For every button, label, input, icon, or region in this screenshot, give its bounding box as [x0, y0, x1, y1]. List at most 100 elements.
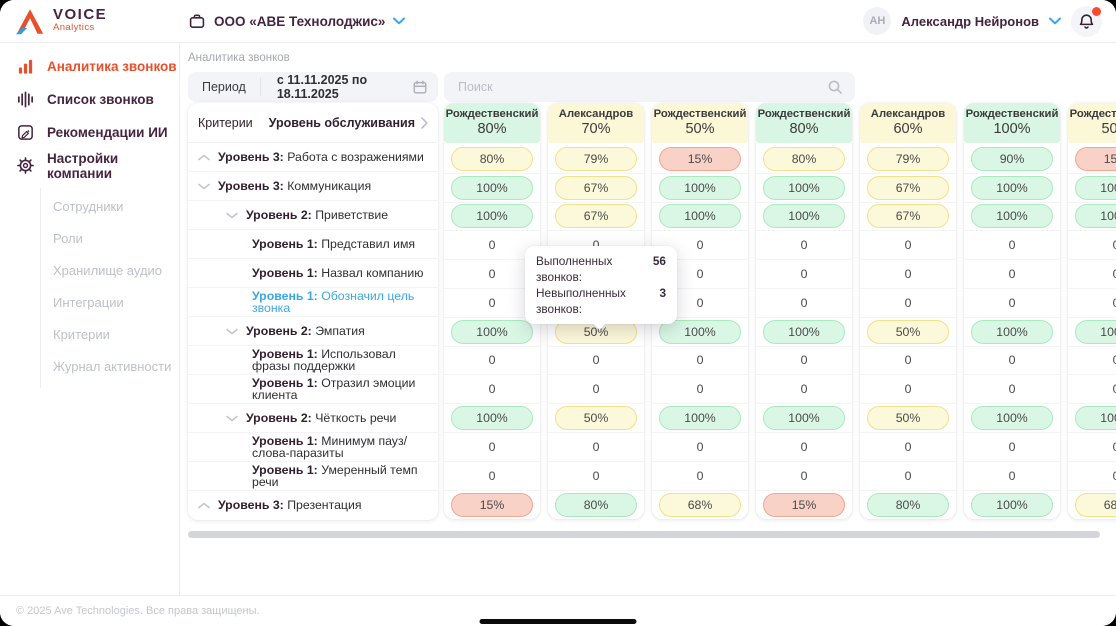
table-cell[interactable]: 50%: [548, 404, 644, 433]
table-cell[interactable]: 90%: [964, 145, 1060, 174]
criteria-row[interactable]: Уровень 2: Приветствие: [188, 201, 438, 230]
tree-chevron-down-icon[interactable]: [198, 183, 210, 190]
table-cell[interactable]: 0: [964, 347, 1060, 376]
table-cell[interactable]: 0: [652, 462, 748, 491]
table-cell[interactable]: 80%: [444, 145, 540, 174]
table-cell[interactable]: 15%: [652, 145, 748, 174]
company-selector[interactable]: ООО «АВЕ Технолоджис»: [188, 12, 405, 30]
chevron-right-icon[interactable]: [421, 117, 428, 129]
table-cell[interactable]: 0: [1068, 289, 1116, 318]
criteria-row[interactable]: Уровень 1: Минимум пауз/слова-паразиты: [188, 433, 438, 462]
subnav-item-roles[interactable]: Роли: [53, 222, 179, 254]
criteria-row[interactable]: Уровень 1: Представил имя: [188, 230, 438, 259]
table-cell[interactable]: 100%: [756, 404, 852, 433]
criteria-row[interactable]: Уровень 3: Презентация: [188, 491, 438, 520]
table-cell[interactable]: 100%: [964, 174, 1060, 203]
table-cell[interactable]: 0: [756, 231, 852, 260]
table-cell[interactable]: 0: [652, 433, 748, 462]
criteria-row[interactable]: Уровень 1: Умеренный темп речи: [188, 462, 438, 491]
table-cell[interactable]: 100%: [444, 318, 540, 347]
table-cell[interactable]: 0: [1068, 375, 1116, 404]
sidebar-item-call-analytics[interactable]: Аналитика звонков: [0, 50, 179, 83]
table-cell[interactable]: 100%: [964, 203, 1060, 232]
table-cell[interactable]: 100%: [444, 203, 540, 232]
table-cell[interactable]: 0: [860, 462, 956, 491]
table-cell[interactable]: 80%: [548, 491, 644, 520]
column-header[interactable]: Рождественский100%: [964, 103, 1060, 143]
table-cell[interactable]: 79%: [860, 145, 956, 174]
column-header[interactable]: Рождественский80%: [756, 103, 852, 143]
table-cell[interactable]: 50%: [860, 318, 956, 347]
tree-chevron-up-icon[interactable]: [198, 502, 210, 509]
table-cell[interactable]: 80%: [860, 491, 956, 520]
table-cell[interactable]: 0: [964, 375, 1060, 404]
table-cell[interactable]: 0: [1068, 231, 1116, 260]
table-cell[interactable]: 0: [860, 375, 956, 404]
table-cell[interactable]: 0: [860, 347, 956, 376]
table-cell[interactable]: 0: [444, 375, 540, 404]
criteria-row[interactable]: Уровень 1: Отразил эмоции клиента: [188, 375, 438, 404]
table-cell[interactable]: 100%: [444, 404, 540, 433]
table-cell[interactable]: 100%: [1068, 404, 1116, 433]
tree-chevron-down-icon[interactable]: [226, 328, 238, 335]
sidebar-item-ai-recommendations[interactable]: Рекомендации ИИ: [0, 116, 179, 149]
tree-chevron-down-icon[interactable]: [226, 212, 238, 219]
table-cell[interactable]: 0: [1068, 462, 1116, 491]
table-cell[interactable]: 0: [756, 347, 852, 376]
table-cell[interactable]: 50%: [860, 404, 956, 433]
subnav-item-integrations[interactable]: Интеграции: [53, 286, 179, 318]
column-header[interactable]: Рождественский50%: [1068, 103, 1116, 143]
table-cell[interactable]: 0: [444, 462, 540, 491]
table-cell[interactable]: 79%: [548, 145, 644, 174]
table-cell[interactable]: 0: [964, 231, 1060, 260]
tree-chevron-down-icon[interactable]: [226, 415, 238, 422]
table-cell[interactable]: 0: [548, 347, 644, 376]
table-cell[interactable]: 15%: [756, 491, 852, 520]
table-cell[interactable]: 0: [652, 347, 748, 376]
table-cell[interactable]: 100%: [756, 318, 852, 347]
criteria-row[interactable]: Уровень 3: Работа с возражениями: [188, 143, 438, 172]
table-cell[interactable]: 100%: [652, 203, 748, 232]
table-cell[interactable]: 100%: [964, 491, 1060, 520]
table-cell[interactable]: 15%: [444, 491, 540, 520]
table-cell[interactable]: 100%: [964, 404, 1060, 433]
table-cell[interactable]: 67%: [860, 203, 956, 232]
table-cell[interactable]: 0: [860, 260, 956, 289]
sidebar-item-call-list[interactable]: Список звонков: [0, 83, 179, 116]
avatar[interactable]: АН: [863, 7, 891, 35]
table-cell[interactable]: 100%: [1068, 318, 1116, 347]
calendar-icon[interactable]: [412, 79, 428, 95]
table-cell[interactable]: 67%: [860, 174, 956, 203]
table-cell[interactable]: 67%: [548, 174, 644, 203]
column-header[interactable]: Александров60%: [860, 103, 956, 143]
criteria-row[interactable]: Уровень 3: Коммуникация: [188, 172, 438, 201]
table-cell[interactable]: 100%: [652, 174, 748, 203]
table-cell[interactable]: 100%: [444, 174, 540, 203]
table-cell[interactable]: 0: [1068, 347, 1116, 376]
table-cell[interactable]: 0: [1068, 260, 1116, 289]
table-cell[interactable]: 100%: [652, 404, 748, 433]
table-cell[interactable]: 0: [964, 462, 1060, 491]
subnav-item-criteria[interactable]: Критерии: [53, 318, 179, 350]
table-cell[interactable]: 0: [964, 289, 1060, 318]
table-cell[interactable]: 0: [548, 462, 644, 491]
table-cell[interactable]: 100%: [756, 174, 852, 203]
table-cell[interactable]: 100%: [1068, 203, 1116, 232]
search-input[interactable]: [456, 79, 827, 95]
table-cell[interactable]: 67%: [548, 203, 644, 232]
subnav-item-audio-storage[interactable]: Хранилище аудио: [53, 254, 179, 286]
table-cell[interactable]: 100%: [964, 318, 1060, 347]
user-menu-chevron-icon[interactable]: [1049, 17, 1061, 25]
criteria-row[interactable]: Уровень 2: Эмпатия: [188, 317, 438, 346]
table-cell[interactable]: 0: [964, 433, 1060, 462]
period-filter[interactable]: Период с 11.11.2025 по 18.11.2025: [188, 72, 438, 102]
table-cell[interactable]: 80%: [756, 145, 852, 174]
horizontal-scrollbar[interactable]: [188, 531, 1100, 538]
table-cell[interactable]: 100%: [1068, 174, 1116, 203]
table-cell[interactable]: 0: [860, 289, 956, 318]
table-cell[interactable]: 0: [756, 260, 852, 289]
table-cell[interactable]: 0: [756, 375, 852, 404]
table-cell[interactable]: 68%: [652, 491, 748, 520]
table-cell[interactable]: 0: [444, 433, 540, 462]
table-cell[interactable]: 0: [860, 231, 956, 260]
